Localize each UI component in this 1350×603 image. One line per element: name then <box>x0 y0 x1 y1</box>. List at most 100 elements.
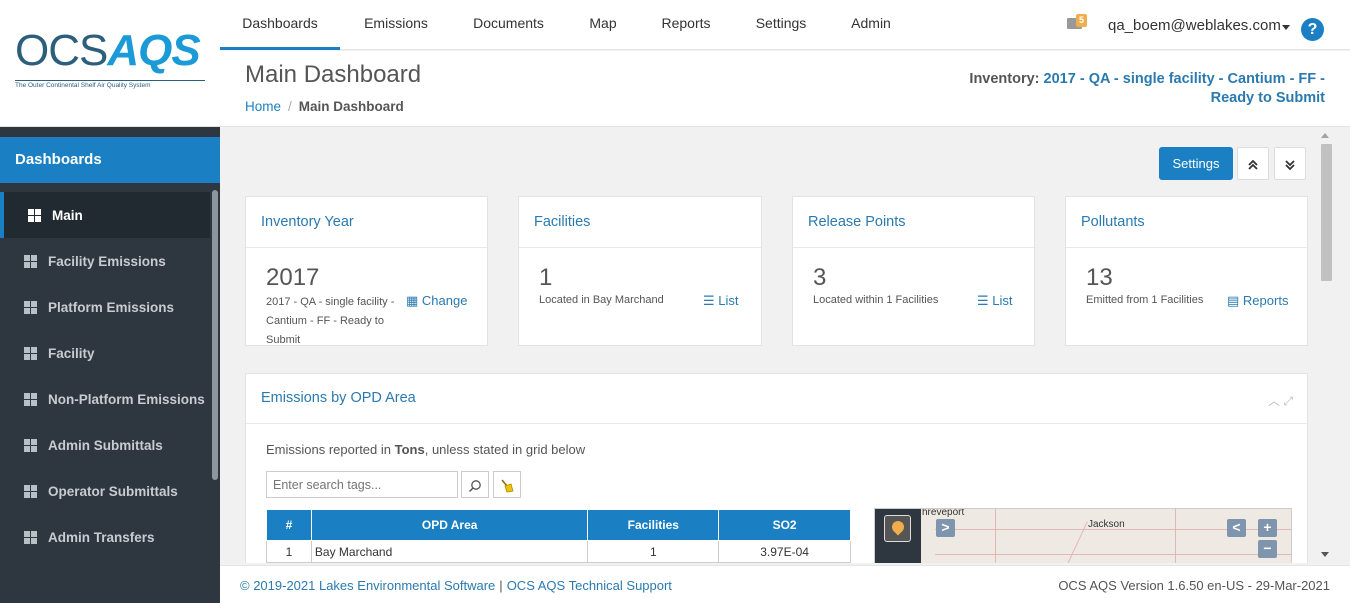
logo-wordmark: OCSAQS <box>15 26 201 75</box>
map-label-city: hreveport <box>922 508 965 518</box>
sidebar-item-label: Platform Emissions <box>48 299 175 315</box>
page-title: Main Dashboard <box>245 61 422 88</box>
collapse-all-button[interactable] <box>1237 147 1269 180</box>
panel-title: Emissions by OPD Area <box>246 374 1307 424</box>
change-link[interactable]: ▦ Change <box>406 293 467 309</box>
card-title: Pollutants <box>1066 197 1307 248</box>
support-link[interactable]: OCS AQS Technical Support <box>507 578 672 593</box>
tab-dashboards[interactable]: Dashboards <box>220 0 340 50</box>
search-button[interactable] <box>461 471 489 498</box>
card-subtext: Emitted from 1 Facilities <box>1086 294 1204 306</box>
units-note-text: Emissions reported in <box>266 442 395 457</box>
sidebar-item-platform-emissions[interactable]: Platform Emissions <box>0 284 210 330</box>
sidebar-item-operator-submittals[interactable]: Operator Submittals <box>0 468 210 514</box>
breadcrumb: Home / Main Dashboard <box>245 99 404 114</box>
card-subtext: Located within 1 Facilities <box>813 294 939 306</box>
double-chevron-down-icon <box>1285 159 1295 170</box>
sidebar-item-label: Main <box>52 207 83 223</box>
footer-links: © 2019-2021 Lakes Environmental Software… <box>240 578 672 593</box>
card-release-points: Release Points 3 Located within 1 Facili… <box>792 196 1035 346</box>
version-info: OCS AQS Version 1.6.50 en-US - 29-Mar-20… <box>1058 578 1330 593</box>
breadcrumb-home[interactable]: Home <box>245 99 281 114</box>
top-navigation: Dashboards Emissions Documents Map Repor… <box>220 0 1350 50</box>
tab-settings[interactable]: Settings <box>742 0 820 50</box>
sidebar-section-dashboards[interactable]: Dashboards <box>0 137 220 183</box>
facilities-list-link[interactable]: ☰ List <box>703 293 739 309</box>
zoom-out-button[interactable]: − <box>1258 540 1277 558</box>
map-prev-button[interactable]: < <box>1227 519 1246 537</box>
opd-map[interactable]: hreveport Jackson > < + − <box>874 508 1292 563</box>
search-icon <box>468 479 481 492</box>
tab-documents[interactable]: Documents <box>460 0 557 50</box>
card-title: Release Points <box>793 197 1034 248</box>
search-tags-input[interactable] <box>266 471 458 498</box>
dashboard-settings-button[interactable]: Settings <box>1159 147 1233 180</box>
emissions-by-opd-panel: Emissions by OPD Area ︿ ⤢ Emissions repo… <box>245 373 1308 563</box>
sidebar-item-facility[interactable]: Facility <box>0 330 210 376</box>
table-header-row: # OPD Area Facilities SO2 <box>266 509 851 541</box>
clear-search-button[interactable] <box>493 471 521 498</box>
user-menu[interactable]: qa_boem@weblakes.com <box>1108 17 1281 34</box>
card-value: 13 <box>1086 264 1113 291</box>
expand-all-button[interactable] <box>1274 147 1306 180</box>
footer-separator: | <box>499 578 503 593</box>
fullscreen-icon[interactable]: ⤢ <box>1283 394 1293 408</box>
inventory-link[interactable]: 2017 - QA - single facility - Cantium - … <box>1044 71 1325 106</box>
card-subtext: Located in Bay Marchand <box>539 294 664 306</box>
grid-icon <box>24 346 37 360</box>
tab-emissions[interactable]: Emissions <box>350 0 442 50</box>
grid-icon <box>24 300 37 314</box>
sidebar-item-label: Admin Submittals <box>48 437 163 453</box>
units-value: Tons <box>394 442 425 457</box>
scroll-up-icon[interactable] <box>1321 133 1329 138</box>
sidebar-item-facility-emissions[interactable]: Facility Emissions <box>0 238 210 284</box>
breadcrumb-separator: / <box>288 99 292 114</box>
sidebar-item-label: Admin Transfers <box>48 529 155 545</box>
document-icon: ▤ <box>1227 293 1240 308</box>
tab-admin[interactable]: Admin <box>838 0 904 50</box>
inventory-label: Inventory: <box>969 71 1044 87</box>
caret-down-icon[interactable] <box>1282 25 1290 30</box>
chevron-up-icon[interactable]: ︿ <box>1268 394 1280 408</box>
help-icon[interactable]: ? <box>1301 18 1324 41</box>
map-label-city: Jackson <box>1088 519 1125 530</box>
zoom-in-button[interactable]: + <box>1258 519 1277 537</box>
column-header-facilities[interactable]: Facilities <box>587 509 720 541</box>
tab-reports[interactable]: Reports <box>648 0 724 50</box>
grid-icon <box>24 484 37 498</box>
breadcrumb-current: Main Dashboard <box>298 99 404 114</box>
column-header-opd-area[interactable]: OPD Area <box>310 509 589 541</box>
table-row[interactable]: 1 Bay Marchand 1 3.97E-04 <box>266 540 851 563</box>
column-header-so2[interactable]: SO2 <box>718 509 851 541</box>
main-content: Settings Inventory Year 2017 2017 - QA -… <box>220 128 1318 563</box>
sidebar-item-main[interactable]: Main <box>0 192 210 238</box>
cell-opd-area: Bay Marchand <box>310 540 589 563</box>
scrollbar-thumb[interactable] <box>1321 144 1332 281</box>
list-icon: ☰ <box>977 293 989 308</box>
copyright-link[interactable]: © 2019-2021 Lakes Environmental Software <box>240 578 495 593</box>
sidebar-item-admin-transfers[interactable]: Admin Transfers <box>0 514 210 560</box>
sidebar-menu: Main Facility Emissions Platform Emissio… <box>0 192 210 560</box>
map-marker-icon[interactable] <box>884 515 911 542</box>
map-next-button[interactable]: > <box>936 519 955 537</box>
card-value: 2017 <box>266 264 320 291</box>
page-header: Main Dashboard Home / Main Dashboard Inven… <box>220 51 1350 127</box>
tab-map[interactable]: Map <box>575 0 631 50</box>
change-label: Change <box>421 293 468 308</box>
sidebar-scrollbar[interactable] <box>212 190 218 480</box>
double-chevron-up-icon <box>1248 159 1258 170</box>
pollutants-reports-link[interactable]: ▤ Reports <box>1227 293 1288 309</box>
sidebar-item-label: Facility <box>48 345 95 361</box>
footer: © 2019-2021 Lakes Environmental Software… <box>220 565 1350 603</box>
sidebar-item-admin-submittals[interactable]: Admin Submittals <box>0 422 210 468</box>
logo[interactable]: OCSAQS The Outer Continental Shelf Air Q… <box>0 0 220 127</box>
grid-icon <box>28 208 41 222</box>
release-points-list-link[interactable]: ☰ List <box>977 293 1013 309</box>
sidebar-item-non-platform-emissions[interactable]: Non-Platform Emissions <box>0 376 210 422</box>
sidebar: OCSAQS The Outer Continental Shelf Air Q… <box>0 0 220 603</box>
panel-controls: ︿ ⤢ <box>1268 392 1293 409</box>
scroll-down-icon[interactable] <box>1321 552 1329 557</box>
list-icon: ☰ <box>703 293 715 308</box>
cell-so2: 3.97E-04 <box>718 540 851 563</box>
column-header-number[interactable]: # <box>266 509 312 541</box>
